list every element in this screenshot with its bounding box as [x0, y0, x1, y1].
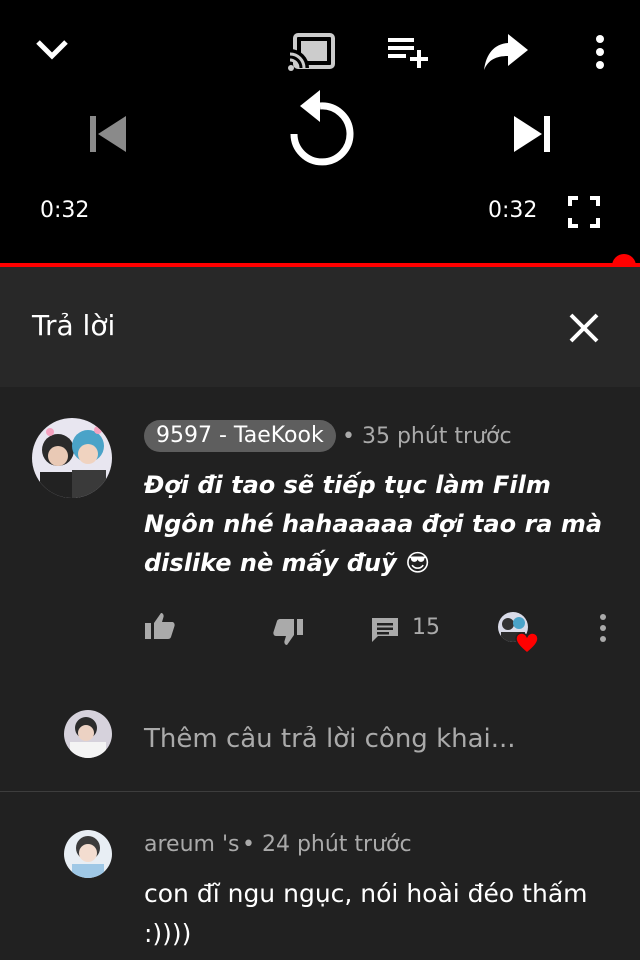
comment-more-icon[interactable] — [596, 612, 610, 644]
current-time: 0:32 — [40, 198, 90, 223]
reply-count: 15 — [412, 615, 440, 640]
video-player[interactable]: 0:32 0:32 — [0, 0, 640, 265]
reply-text: con đĩ ngu ngục, nói hoài đéo thấm :)))) — [144, 879, 588, 948]
more-vert-icon[interactable] — [590, 34, 610, 70]
duration: 0:32 — [488, 198, 538, 223]
comment-text: Đợi đi tao sẽ tiếp tục làm Film Ngôn nhé… — [144, 471, 603, 577]
avatar[interactable] — [32, 418, 112, 498]
divider — [0, 791, 640, 792]
cast-icon[interactable] — [288, 32, 336, 72]
skip-previous-icon[interactable] — [86, 112, 130, 156]
user-avatar — [64, 710, 112, 758]
heart-icon — [515, 632, 539, 654]
comment-time: • 35 phút trước — [342, 424, 512, 449]
reply-panel-title: Trả lời — [32, 309, 116, 342]
like-icon[interactable] — [144, 612, 176, 640]
chevron-down-icon[interactable] — [32, 32, 72, 68]
fullscreen-icon[interactable] — [568, 196, 600, 228]
replay-icon[interactable] — [282, 88, 358, 174]
reply-author[interactable]: areum 's — [144, 832, 239, 857]
share-icon[interactable] — [482, 32, 530, 72]
reply-avatar[interactable] — [64, 830, 112, 878]
add-to-queue-icon[interactable] — [386, 36, 430, 70]
reply-time: • 24 phút trước — [242, 832, 412, 857]
dislike-icon[interactable] — [272, 618, 304, 646]
reply-input[interactable]: Thêm câu trả lời công khai... — [144, 724, 516, 754]
author-badge[interactable]: 9597 - TaeKook — [144, 420, 336, 452]
reply-comment-icon[interactable] — [370, 616, 400, 644]
close-icon[interactable] — [568, 312, 600, 344]
skip-next-icon[interactable] — [510, 112, 554, 156]
